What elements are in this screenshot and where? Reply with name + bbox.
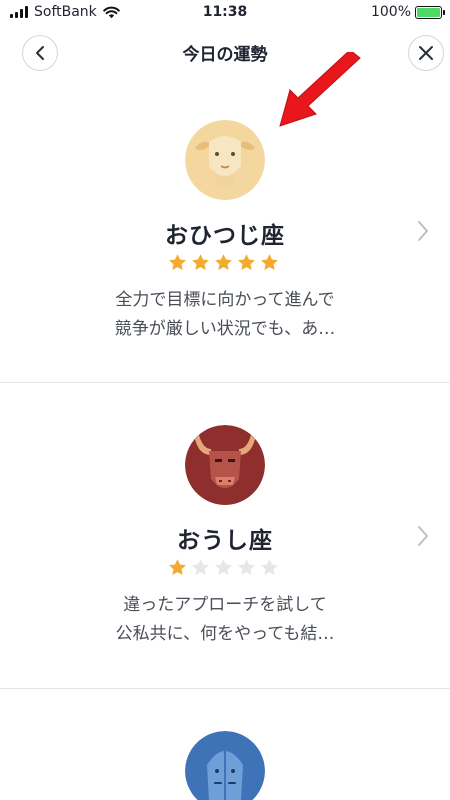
star-rating <box>167 252 283 274</box>
star-empty-icon <box>238 559 255 576</box>
star-empty-icon <box>261 559 278 576</box>
aries-icon <box>185 120 265 200</box>
battery-icon <box>415 5 445 19</box>
battery-percent: 100% <box>370 4 411 20</box>
horoscope-card-aries[interactable]: おひつじ座 全力で目標に向かって進んで 競争が厳しい状況でも、あ… <box>0 78 450 383</box>
description-line: 公私共に、何をやっても結… <box>115 624 335 644</box>
star-icon <box>238 254 255 271</box>
chevron-right-icon <box>418 526 428 546</box>
star-icon <box>169 254 186 271</box>
description-line: 違ったアプローチを試して <box>123 595 327 615</box>
fortune-description: 違ったアプローチを試して 公私共に、何をやっても結… <box>0 591 450 649</box>
star-icon <box>169 559 186 576</box>
close-button[interactable] <box>408 35 444 71</box>
description-line: 全力で目標に向かって進んで <box>115 290 335 310</box>
star-icon <box>215 254 232 271</box>
star-empty-icon <box>215 559 232 576</box>
fortune-description: 全力で目標に向かって進んで 競争が厳しい状況でも、あ… <box>0 286 450 344</box>
gemini-icon <box>185 731 265 800</box>
close-icon <box>419 46 433 60</box>
taurus-icon <box>185 425 265 505</box>
description-line: 競争が厳しい状況でも、あ… <box>114 319 336 339</box>
star-empty-icon <box>192 559 209 576</box>
horoscope-card-taurus[interactable]: おうし座 違ったアプローチを試して 公私共に、何をやっても結… <box>0 383 450 688</box>
page-title: 今日の運勢 <box>182 45 268 65</box>
chevron-right-icon <box>418 221 428 241</box>
sign-name: おうし座 <box>177 528 273 554</box>
star-icon <box>261 254 278 271</box>
horoscope-card-gemini[interactable] <box>0 689 450 800</box>
star-icon <box>192 254 209 271</box>
star-rating <box>167 557 283 579</box>
nav-bar: 今日の運勢 <box>0 26 450 78</box>
status-bar: SoftBank 11:38 100% <box>0 0 450 26</box>
status-right: 100% <box>370 4 445 20</box>
sign-name: おひつじ座 <box>165 223 285 249</box>
battery-level <box>417 7 440 17</box>
annotation-arrow-icon <box>279 52 361 127</box>
